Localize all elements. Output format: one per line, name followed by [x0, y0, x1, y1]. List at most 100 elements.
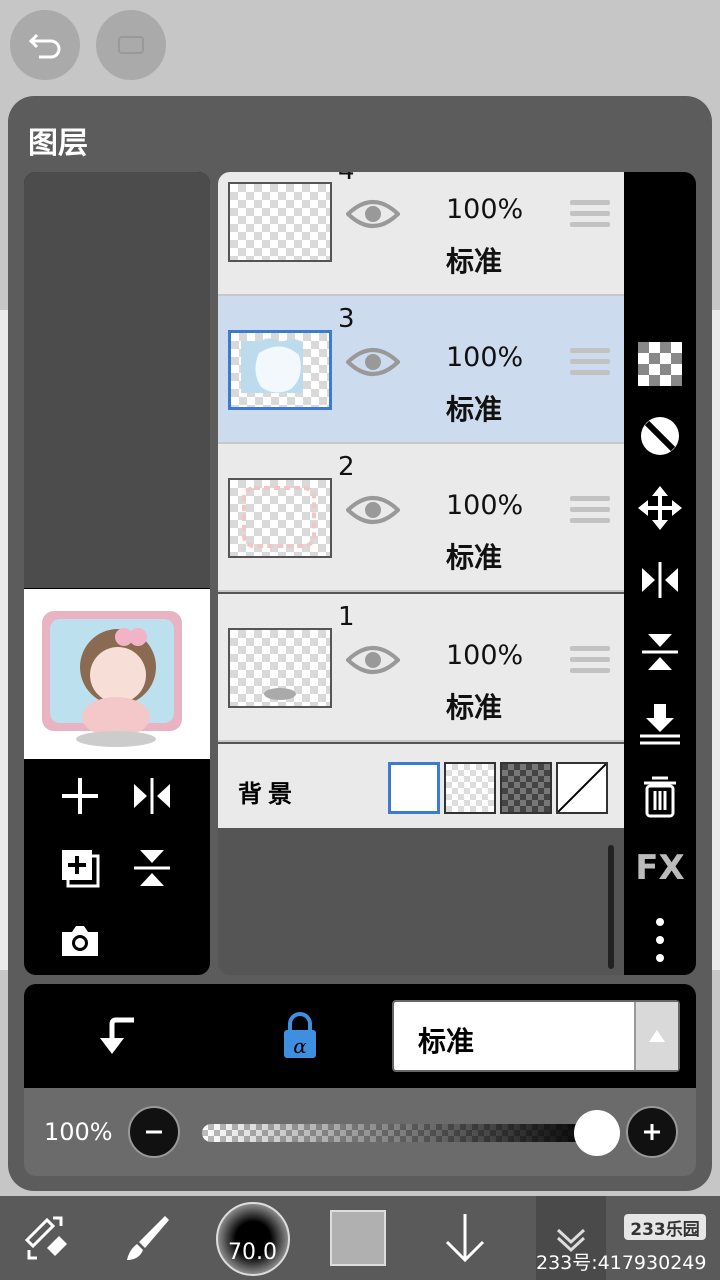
flip-vertical-canvas-button[interactable] — [124, 840, 180, 896]
layer-list[interactable]: 4 100% 标准 3 100% 标准 2 — [218, 172, 624, 975]
drag-handle[interactable] — [570, 200, 610, 236]
background-label: 背景 — [238, 779, 298, 808]
no-background-icon — [557, 763, 607, 813]
alpha-lock-button[interactable]: α — [272, 1008, 328, 1064]
layer-row-selected[interactable]: 3 100% 标准 — [218, 296, 624, 444]
duplicate-layer-button[interactable] — [52, 840, 108, 896]
layer-opacity: 100% — [446, 490, 524, 521]
visibility-eye-icon[interactable] — [346, 490, 400, 530]
layer-blend-mode: 标准 — [446, 691, 503, 724]
transparency-button[interactable] — [624, 336, 696, 392]
move-arrows-icon — [638, 486, 682, 530]
layer-list-scrollbar[interactable] — [608, 845, 614, 969]
fx-button[interactable]: FX — [624, 840, 696, 896]
brush-icon — [127, 1216, 169, 1260]
layer-number: 2 — [338, 452, 355, 482]
layer-thumbnail — [228, 628, 332, 708]
flip-horizontal-icon — [134, 778, 170, 814]
tool-switch-button[interactable] — [10, 1200, 80, 1276]
canvas-preview-thumbnail[interactable] — [24, 589, 210, 759]
visibility-eye-icon[interactable] — [346, 342, 400, 382]
layer-blend-mode: 标准 — [446, 393, 503, 426]
clip-arrow-icon — [100, 1017, 134, 1054]
drag-handle[interactable] — [570, 348, 610, 384]
merge-down-button[interactable] — [624, 696, 696, 752]
move-button[interactable] — [624, 480, 696, 536]
layer-row[interactable]: 1 100% 标准 — [218, 594, 624, 742]
flip-vertical-icon — [134, 850, 170, 886]
flip-horizontal-canvas-button[interactable] — [124, 768, 180, 824]
blend-mode-value: 标准 — [418, 1025, 475, 1058]
drag-handle[interactable] — [570, 496, 610, 532]
background-row: 背景 — [218, 744, 624, 828]
color-picker-swatch[interactable] — [330, 1210, 386, 1266]
layer-blend-mode: 标准 — [446, 245, 503, 278]
background-transparent-light-swatch[interactable] — [444, 762, 496, 814]
clip-layer-button[interactable] — [88, 1008, 144, 1064]
merge-down-icon — [640, 704, 680, 745]
move-down-button[interactable] — [430, 1200, 500, 1276]
artwork-preview — [42, 611, 182, 747]
layer-row[interactable]: 2 100% 标准 — [218, 444, 624, 592]
arrow-down-icon — [445, 1214, 485, 1263]
brush-size-value: 70.0 — [228, 1240, 277, 1265]
flip-layer-vertical-button[interactable] — [624, 624, 696, 680]
layer-number: 1 — [338, 602, 355, 632]
background-white-swatch[interactable] — [388, 762, 440, 814]
redo-icon — [118, 36, 144, 54]
opacity-slider-knob[interactable] — [574, 1110, 620, 1156]
opacity-value: 100% — [44, 1118, 113, 1146]
layer-number: 4 — [338, 172, 355, 186]
plus-icon — [644, 1124, 660, 1140]
opacity-slider[interactable] — [202, 1124, 598, 1142]
preview-backdrop — [24, 172, 210, 588]
panel-title: 图层 — [28, 126, 88, 161]
opacity-increase-button[interactable] — [626, 1106, 678, 1158]
duplicate-icon — [62, 850, 100, 888]
trash-icon — [644, 776, 676, 818]
flip-vertical-icon — [642, 634, 678, 670]
layer-opacity: 100% — [446, 640, 524, 671]
opacity-decrease-button[interactable] — [128, 1106, 180, 1158]
camera-button[interactable] — [52, 912, 108, 968]
delete-layer-button[interactable] — [624, 768, 696, 824]
flip-horizontal-icon — [642, 562, 678, 598]
redo-button[interactable] — [96, 10, 166, 80]
watermark-text: 233号:417930249 — [536, 1252, 707, 1274]
pen-eraser-icon — [24, 1216, 67, 1260]
undo-button[interactable] — [10, 10, 80, 80]
brush-size-indicator[interactable]: 70.0 — [216, 1202, 290, 1276]
site-logo: 233乐园 — [624, 1214, 706, 1240]
add-layer-button[interactable] — [52, 768, 108, 824]
flip-layer-horizontal-button[interactable] — [624, 552, 696, 608]
minus-icon — [146, 1130, 162, 1134]
background-transparent-dark-swatch[interactable] — [500, 762, 552, 814]
layer-row[interactable]: 4 100% 标准 — [218, 172, 624, 296]
layer-thumbnail — [228, 330, 332, 410]
visibility-eye-icon[interactable] — [346, 194, 400, 234]
layer-opacity: 100% — [446, 342, 524, 373]
layer-thumbnail — [228, 182, 332, 262]
layer-content-preview — [241, 338, 303, 393]
brush-tool-button[interactable] — [112, 1200, 182, 1276]
layer-number: 3 — [338, 304, 355, 334]
visibility-eye-icon[interactable] — [346, 640, 400, 680]
more-options-button[interactable] — [624, 912, 696, 968]
alpha-lock-icon: α — [284, 1012, 316, 1058]
svg-text:α: α — [293, 1034, 307, 1058]
background-none-swatch[interactable] — [556, 762, 608, 814]
layer-opacity: 100% — [446, 194, 524, 225]
clipping-button[interactable] — [624, 408, 696, 464]
layer-blend-mode: 标准 — [446, 541, 503, 574]
plus-icon — [62, 778, 98, 814]
checkerboard-icon — [638, 342, 682, 386]
drag-handle[interactable] — [570, 646, 610, 682]
camera-icon — [62, 926, 98, 956]
undo-icon — [28, 33, 61, 59]
vertical-dots-icon — [656, 918, 664, 962]
layer-thumbnail — [228, 478, 332, 558]
dropdown-arrow-icon — [634, 1002, 678, 1070]
blend-mode-select[interactable]: 标准 — [392, 1000, 680, 1072]
layer-content-preview — [242, 486, 316, 548]
layer-content-preview — [264, 688, 296, 700]
